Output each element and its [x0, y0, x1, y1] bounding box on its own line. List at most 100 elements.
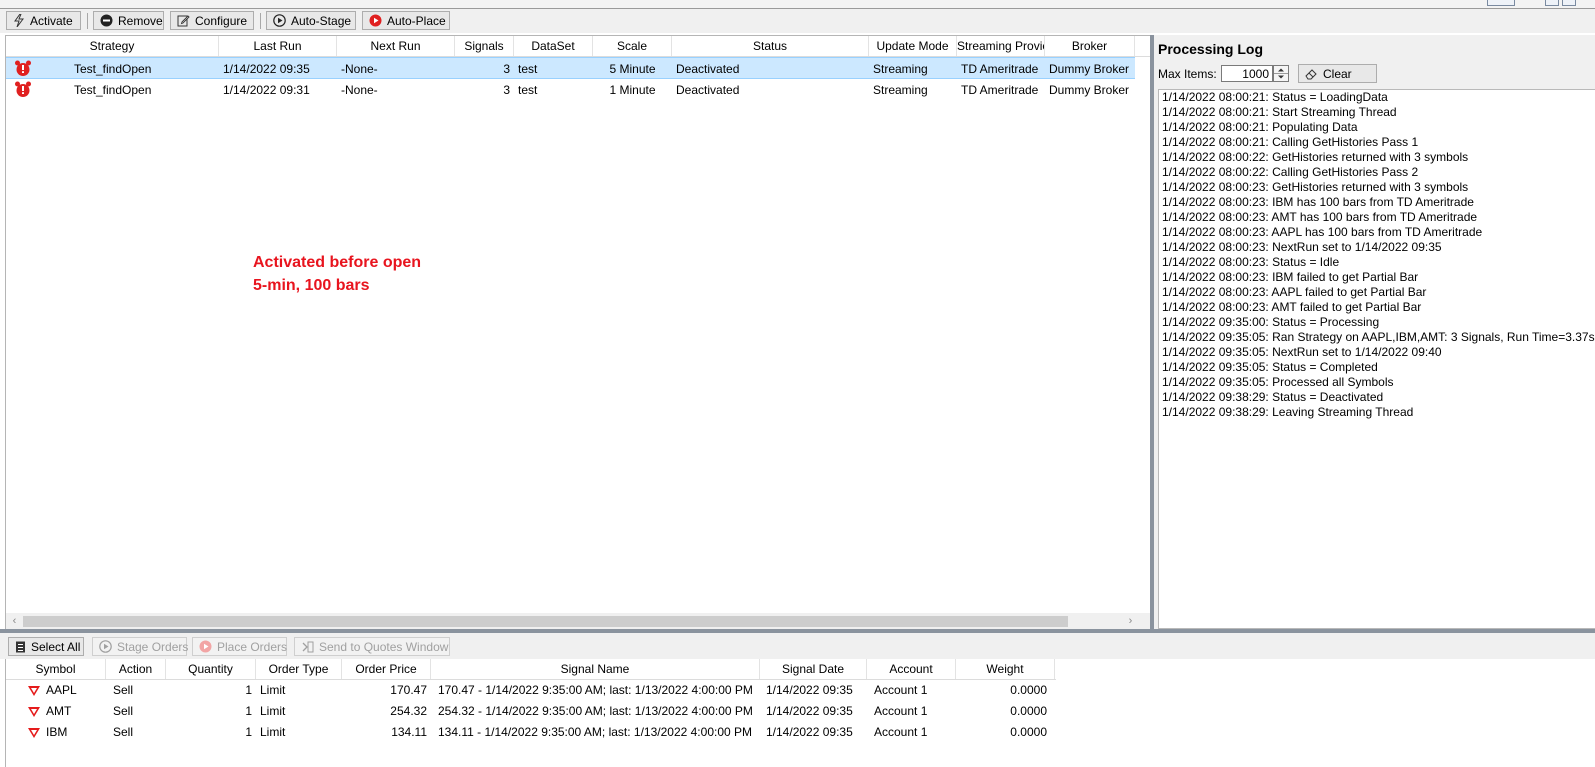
signal-name: 134.11 - 1/14/2022 9:35:00 AM; last: 1/1…	[438, 725, 753, 739]
streaming-provider: TD Ameritrade	[961, 83, 1039, 97]
column-header-streaming-provider[interactable]: Streaming Provic	[957, 36, 1045, 56]
window-control-button[interactable]	[1545, 0, 1559, 6]
auto-stage-button[interactable]: Auto-Stage	[266, 11, 356, 30]
window-control-button[interactable]	[1562, 0, 1576, 6]
log-line: 1/14/2022 09:35:05: Status = Completed	[1162, 360, 1378, 374]
symbol: IBM	[46, 725, 68, 739]
column-header-order-type[interactable]: Order Type	[256, 659, 342, 679]
column-header-action[interactable]: Action	[106, 659, 166, 679]
signals-grid: Symbol Action Quantity Order Type Order …	[5, 659, 1595, 767]
column-header-next-run[interactable]: Next Run	[337, 36, 455, 56]
window-top-strip	[0, 0, 1595, 9]
processing-log-list[interactable]: 1/14/2022 08:00:21: Status = LoadingData…	[1158, 89, 1595, 629]
dataset: test	[518, 62, 538, 76]
column-header-update-mode[interactable]: Update Mode	[869, 36, 957, 56]
log-line: 1/14/2022 08:00:23: GetHistories returne…	[1162, 180, 1469, 194]
column-header-weight[interactable]: Weight	[956, 659, 1055, 679]
next-run: -None-	[341, 62, 378, 76]
stage-orders-button[interactable]: Stage Orders	[92, 637, 188, 656]
max-items-label: Max Items:	[1158, 67, 1217, 81]
play-circle-icon	[369, 14, 382, 27]
log-line: 1/14/2022 08:00:21: Populating Data	[1162, 120, 1358, 134]
horizontal-scrollbar[interactable]: ‹ ›	[6, 613, 1151, 630]
column-header-quantity[interactable]: Quantity	[166, 659, 256, 679]
log-line: 1/14/2022 08:00:23: AAPL has 100 bars fr…	[1162, 225, 1483, 239]
log-line: 1/14/2022 08:00:23: IBM failed to get Pa…	[1162, 270, 1419, 284]
column-header-scale[interactable]: Scale	[593, 36, 672, 56]
strategy-row[interactable]: Test_findOpen 1/14/2022 09:35 -None- 3 t…	[6, 57, 1135, 79]
lightning-icon	[13, 14, 25, 27]
clear-log-button[interactable]: Clear	[1298, 64, 1377, 83]
remove-button[interactable]: Remove	[93, 11, 164, 30]
annotation-line-2: 5-min, 100 bars	[253, 277, 370, 294]
send-to-quotes-button[interactable]: Send to Quotes Window	[294, 637, 450, 656]
column-header-dataset[interactable]: DataSet	[514, 36, 593, 56]
broker: Dummy Broker	[1049, 62, 1130, 76]
minus-circle-icon	[100, 14, 113, 27]
max-items-input[interactable]: 1000	[1221, 65, 1273, 82]
signal-name: 170.47 - 1/14/2022 9:35:00 AM; last: 1/1…	[438, 683, 753, 697]
column-header-strategy[interactable]: Strategy	[6, 36, 219, 56]
signal-name: 254.32 - 1/14/2022 9:35:00 AM; last: 1/1…	[438, 704, 753, 718]
column-header-order-price[interactable]: Order Price	[342, 659, 431, 679]
update-mode: Streaming	[873, 62, 928, 76]
scroll-right-icon[interactable]: ›	[1123, 614, 1138, 629]
log-line: 1/14/2022 09:38:29: Leaving Streaming Th…	[1162, 405, 1414, 419]
status: Deactivated	[676, 83, 740, 97]
order-price: 254.32	[390, 704, 427, 718]
column-header-signal-date[interactable]: Signal Date	[760, 659, 867, 679]
symbol: AMT	[46, 704, 72, 718]
log-line: 1/14/2022 08:00:21: Start Streaming Thre…	[1162, 105, 1397, 119]
log-line: 1/14/2022 08:00:21: Status = LoadingData	[1162, 90, 1388, 104]
signal-row[interactable]: AMT Sell 1 Limit 254.32 254.32 - 1/14/20…	[6, 700, 1056, 721]
last-run: 1/14/2022 09:35	[223, 62, 310, 76]
quotes-window-icon	[301, 641, 314, 653]
play-circle-icon	[273, 14, 286, 27]
order-type: Limit	[260, 683, 286, 697]
log-line: 1/14/2022 09:35:00: Status = Processing	[1162, 315, 1380, 329]
strategy-toolbar: Activate Remove Configure Auto-Stage Aut…	[0, 9, 1595, 33]
alarm-clock-icon	[14, 60, 32, 80]
action: Sell	[113, 683, 134, 697]
sell-triangle-icon	[28, 705, 40, 719]
status: Deactivated	[676, 62, 740, 76]
signals-count: 3	[503, 83, 510, 97]
log-line: 1/14/2022 08:00:22: GetHistories returne…	[1162, 150, 1469, 164]
weight: 0.0000	[1010, 704, 1047, 718]
place-orders-button[interactable]: Place Orders	[192, 637, 287, 656]
column-header-status[interactable]: Status	[672, 36, 869, 56]
column-header-account[interactable]: Account	[867, 659, 956, 679]
configure-button[interactable]: Configure	[170, 11, 254, 30]
log-line: 1/14/2022 09:35:05: Processed all Symbol…	[1162, 375, 1394, 389]
scrollbar-thumb[interactable]	[23, 616, 1068, 627]
column-header-signal-name[interactable]: Signal Name	[431, 659, 760, 679]
update-mode: Streaming	[873, 83, 928, 97]
log-line: 1/14/2022 08:00:23: IBM has 100 bars fro…	[1162, 195, 1474, 209]
dataset: test	[518, 83, 538, 97]
log-line: 1/14/2022 08:00:23: Status = Idle	[1162, 255, 1340, 269]
strategy-row[interactable]: Test_findOpen 1/14/2022 09:31 -None- 3 t…	[6, 79, 1135, 101]
next-run: -None-	[341, 83, 378, 97]
strategy-name: Test_findOpen	[74, 62, 152, 76]
signal-row[interactable]: IBM Sell 1 Limit 134.11 134.11 - 1/14/20…	[6, 721, 1056, 742]
column-header-symbol[interactable]: Symbol	[6, 659, 106, 679]
annotation-note: Activated before open 5-min, 100 bars	[253, 251, 421, 297]
edit-icon	[177, 14, 190, 27]
order-price: 134.11	[391, 725, 427, 739]
signals-count: 3	[503, 62, 510, 76]
quantity: 1	[245, 704, 252, 718]
column-header-last-run[interactable]: Last Run	[219, 36, 337, 56]
scroll-left-icon[interactable]: ‹	[7, 614, 22, 629]
max-items-spinner[interactable]	[1273, 65, 1289, 82]
order-type: Limit	[260, 704, 286, 718]
signal-row[interactable]: AAPL Sell 1 Limit 170.47 170.47 - 1/14/2…	[6, 679, 1056, 700]
auto-place-button[interactable]: Auto-Place	[362, 11, 450, 30]
activate-button[interactable]: Activate	[6, 11, 81, 30]
play-circle-icon	[199, 640, 212, 653]
column-header-signals[interactable]: Signals	[455, 36, 514, 56]
column-header-broker[interactable]: Broker	[1045, 36, 1135, 56]
window-control-button[interactable]	[1487, 0, 1515, 6]
signal-date: 1/14/2022 09:35	[766, 683, 853, 697]
select-all-button[interactable]: Select All	[8, 637, 84, 656]
alarm-clock-icon	[14, 81, 32, 101]
